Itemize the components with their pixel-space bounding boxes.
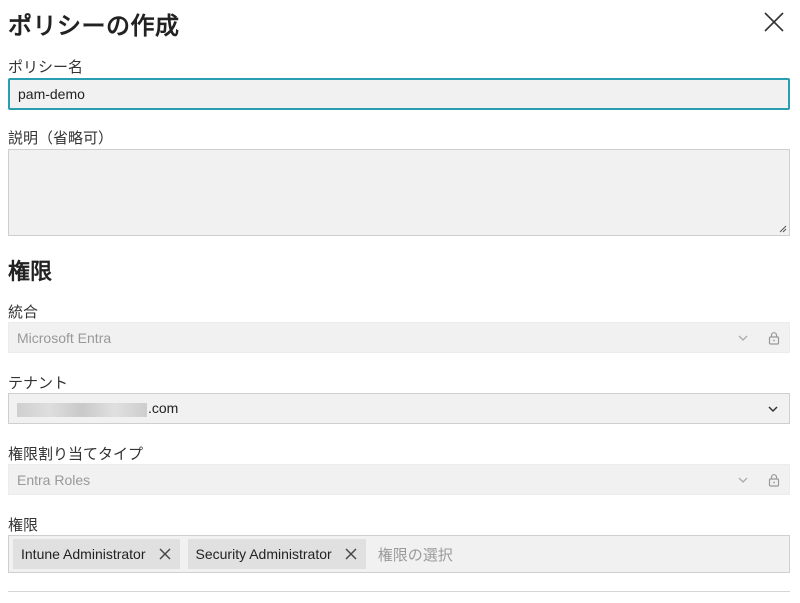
assignment-type-select: Entra Roles [8, 464, 790, 495]
policy-name-input[interactable] [8, 78, 790, 110]
divider [8, 591, 790, 592]
permission-chip-label: Intune Administrator [21, 546, 146, 562]
tenant-label: テナント [8, 374, 69, 392]
permissions-multiselect[interactable]: Intune Administrator Security Administra… [8, 535, 790, 573]
permissions-search-placeholder[interactable]: 権限の選択 [378, 544, 453, 565]
redacted-block [17, 402, 147, 417]
integration-select: Microsoft Entra [8, 322, 790, 353]
integration-label: 統合 [8, 303, 39, 321]
tenant-value-suffix: .com [148, 400, 179, 417]
dialog-title: ポリシーの作成 [8, 12, 180, 40]
close-icon[interactable] [762, 10, 786, 34]
permission-chip-label: Security Administrator [195, 546, 332, 562]
permissions-section-heading: 権限 [8, 260, 53, 285]
tenant-value: .com [17, 400, 767, 417]
close-icon[interactable] [344, 547, 358, 561]
assignment-type-value: Entra Roles [17, 471, 91, 488]
chevron-down-icon [738, 335, 748, 341]
chevron-down-icon [738, 477, 748, 483]
permission-chip: Security Administrator [187, 539, 366, 569]
chevron-down-icon[interactable] [767, 403, 779, 415]
permissions-label: 権限 [8, 516, 39, 534]
integration-value: Microsoft Entra [17, 329, 112, 346]
policy-name-label: ポリシー名 [8, 58, 84, 76]
resize-grip-icon[interactable] [779, 225, 787, 233]
lock-icon [768, 331, 780, 345]
permission-chip: Intune Administrator [13, 539, 180, 569]
tenant-select[interactable]: .com [8, 393, 790, 424]
description-textarea[interactable] [8, 149, 790, 236]
assignment-type-label: 権限割り当てタイプ [8, 445, 144, 463]
close-button[interactable] [762, 10, 786, 34]
close-icon[interactable] [158, 547, 172, 561]
description-label: 説明（省略可） [8, 129, 114, 147]
lock-icon [768, 473, 780, 487]
description-wrapper [8, 149, 790, 236]
